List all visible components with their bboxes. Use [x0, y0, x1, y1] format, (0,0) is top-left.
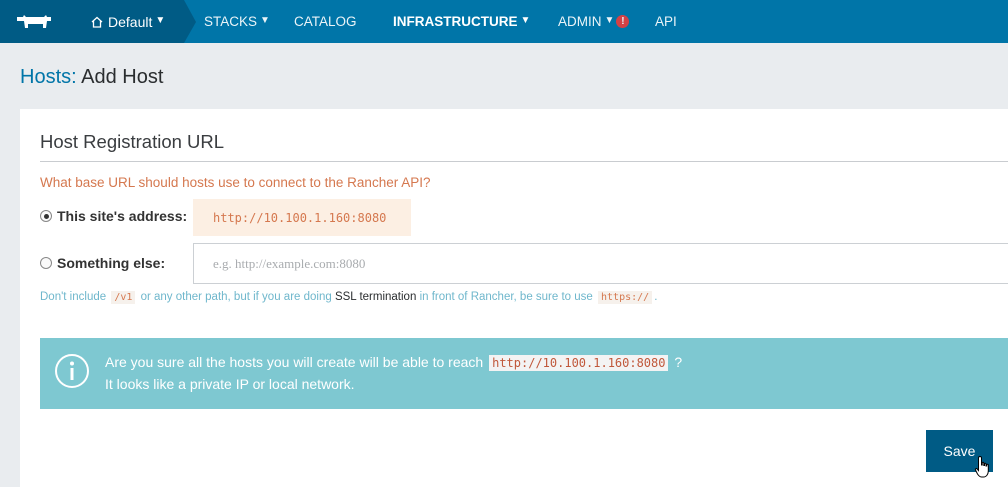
hint-text: Don't include [40, 291, 107, 303]
warning-line-1: Are you sure all the hosts you will crea… [105, 352, 682, 374]
home-icon [91, 16, 103, 28]
chevron-down-icon: ▼ [155, 15, 166, 26]
warning-punctuation: ? [674, 354, 683, 370]
nav-catalog-label: CATALOG [294, 14, 357, 29]
page-title-text: Add Host [81, 66, 164, 88]
nav-api-label: API [655, 14, 677, 29]
hint-text: in front of Rancher, be sure to use [419, 291, 593, 303]
warning-line-2: It looks like a private IP or local netw… [105, 376, 355, 392]
host-registration-card: Host Registration URL What base URL shou… [20, 109, 1008, 487]
nav-catalog[interactable]: CATALOG [294, 0, 357, 43]
nav-stacks-label: STACKS [204, 14, 258, 29]
private-ip-warning: Are you sure all the hosts you will crea… [40, 338, 1008, 409]
registration-question: What base URL should hosts use to connec… [40, 175, 431, 190]
environment-label: Default [108, 13, 153, 30]
nav-infrastructure[interactable]: INFRASTRUCTURE ▼ [393, 0, 530, 43]
hint-code-v1: /v1 [111, 291, 136, 304]
page-title: Hosts: Add Host [20, 66, 163, 89]
hint-text: or any other path, but if you are doing [140, 291, 332, 303]
breadcrumb-hosts[interactable]: Hosts: [20, 66, 77, 88]
rancher-logo[interactable] [0, 0, 68, 43]
nav-admin-label: ADMIN [558, 14, 602, 29]
chevron-down-icon: ▼ [260, 15, 270, 26]
nav-stacks[interactable]: STACKS ▼ [204, 0, 270, 43]
url-hint: Don't include /v1 or any other path, but… [40, 291, 658, 304]
something-else-label: Something else: [57, 255, 166, 271]
warning-url: http://10.100.1.160:8080 [489, 355, 669, 371]
ssl-termination-link[interactable]: SSL termination [335, 291, 416, 303]
hand-cursor-icon [974, 455, 989, 478]
nav-infrastructure-label: INFRASTRUCTURE [393, 14, 518, 29]
top-nav: Default ▼ STACKS ▼ CATALOG INFRASTRUCTUR… [0, 0, 1008, 43]
something-else-radio[interactable] [40, 257, 52, 269]
nav-admin[interactable]: ADMIN ▼ ! [558, 0, 630, 43]
option-site-address[interactable]: This site's address: [40, 208, 187, 224]
environment-switcher[interactable]: Default ▼ [68, 0, 196, 43]
divider [40, 161, 1008, 162]
chevron-down-icon: ▼ [604, 15, 615, 26]
warning-text: Are you sure all the hosts you will crea… [105, 352, 682, 395]
site-address-value: http://10.100.1.160:8080 [193, 199, 411, 236]
hint-code-https: https:// [598, 291, 653, 304]
info-icon [55, 354, 89, 388]
nav-api[interactable]: API [655, 0, 677, 43]
cattle-logo-icon [17, 14, 51, 28]
site-address-radio[interactable] [40, 210, 52, 222]
chevron-down-icon: ▼ [520, 15, 531, 26]
alert-badge: ! [616, 15, 630, 28]
site-address-label: This site's address: [57, 208, 188, 224]
custom-url-input[interactable] [193, 243, 1008, 284]
hint-text: . [654, 291, 658, 303]
option-something-else[interactable]: Something else: [40, 255, 165, 271]
section-title: Host Registration URL [40, 131, 225, 152]
warning-message: Are you sure all the hosts you will crea… [105, 354, 484, 370]
